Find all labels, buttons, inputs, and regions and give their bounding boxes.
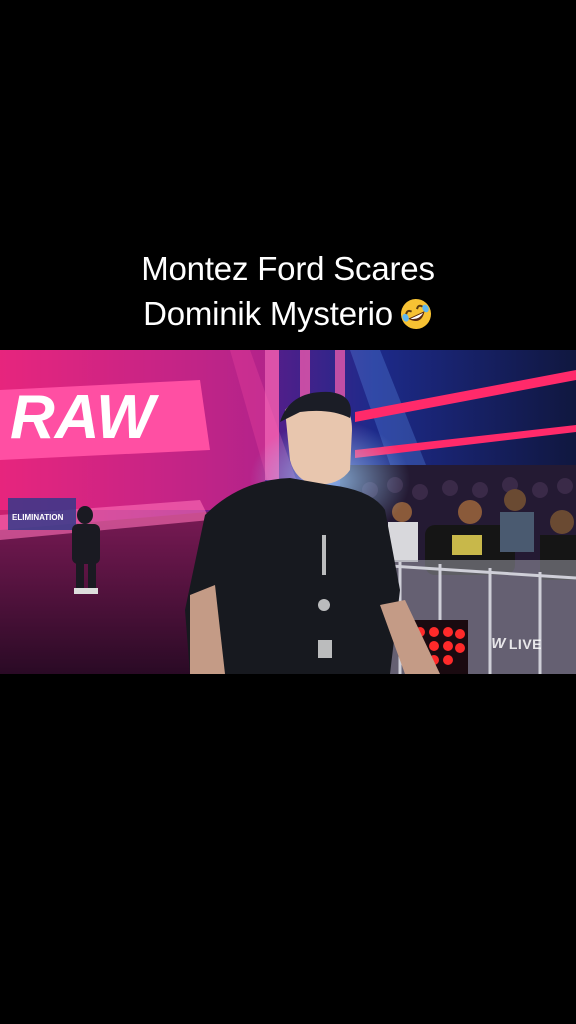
stage-logo-text: RAW [10, 383, 159, 452]
video-frame-image: RAW ELIMINATION [0, 350, 576, 674]
live-broadcast-badge: W LIVE [491, 635, 542, 652]
wwe-logo-icon: W [491, 635, 506, 652]
video-player[interactable]: RAW ELIMINATION W LIVE [0, 350, 576, 674]
live-label: LIVE [508, 635, 542, 652]
video-caption: Montez Ford Scares Dominik Mysterio [0, 246, 576, 342]
svg-text:ELIMINATION: ELIMINATION [12, 513, 64, 522]
rolling-laughing-emoji-icon [399, 297, 433, 342]
caption-line-2: Dominik Mysterio [0, 291, 576, 342]
caption-line-2-text: Dominik Mysterio [143, 295, 393, 332]
caption-line-1: Montez Ford Scares [141, 250, 435, 287]
